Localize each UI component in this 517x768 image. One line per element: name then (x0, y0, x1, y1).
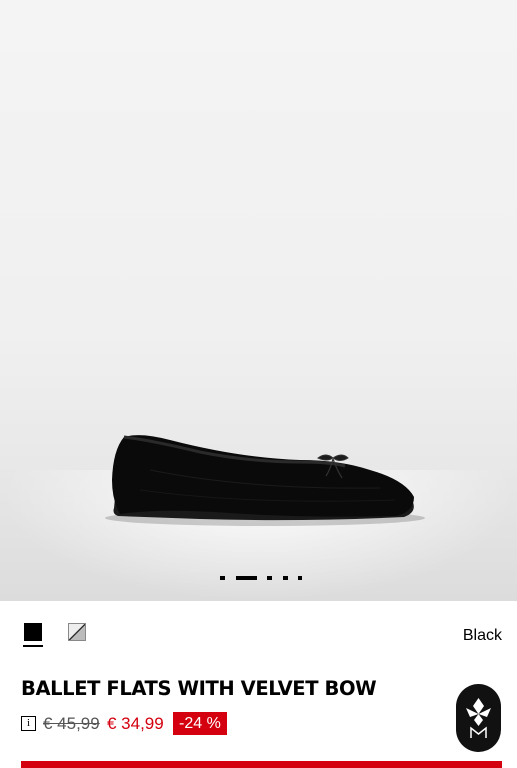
price-row: i € 45,99 € 34,99 -24 % (21, 712, 421, 736)
info-icon[interactable]: i (21, 716, 36, 731)
brand-emblem-icon (466, 698, 491, 738)
black-swatch[interactable] (24, 623, 42, 641)
add-to-bag-button[interactable] (21, 761, 502, 768)
selected-swatch-indicator (23, 645, 43, 647)
grey-swatch[interactable] (68, 623, 86, 641)
product-image-gallery[interactable] (0, 0, 517, 601)
gallery-pagination (0, 573, 517, 583)
pagination-dot-2-active[interactable] (236, 576, 257, 580)
discount-badge: -24 % (173, 712, 227, 735)
pagination-dot-1[interactable] (220, 576, 225, 580)
pagination-dot-4[interactable] (283, 576, 288, 580)
selected-color-label: Black (462, 627, 502, 644)
brand-logo-button[interactable] (456, 684, 501, 752)
sale-price: € 34,99 (107, 714, 164, 733)
product-image (105, 435, 425, 526)
pagination-dot-3[interactable] (267, 576, 272, 580)
original-price: € 45,99 (43, 714, 100, 733)
pagination-dot-5[interactable] (298, 576, 302, 580)
product-title: BALLET FLATS WITH VELVET BOW (21, 677, 377, 700)
color-selector: Black (0, 620, 517, 650)
